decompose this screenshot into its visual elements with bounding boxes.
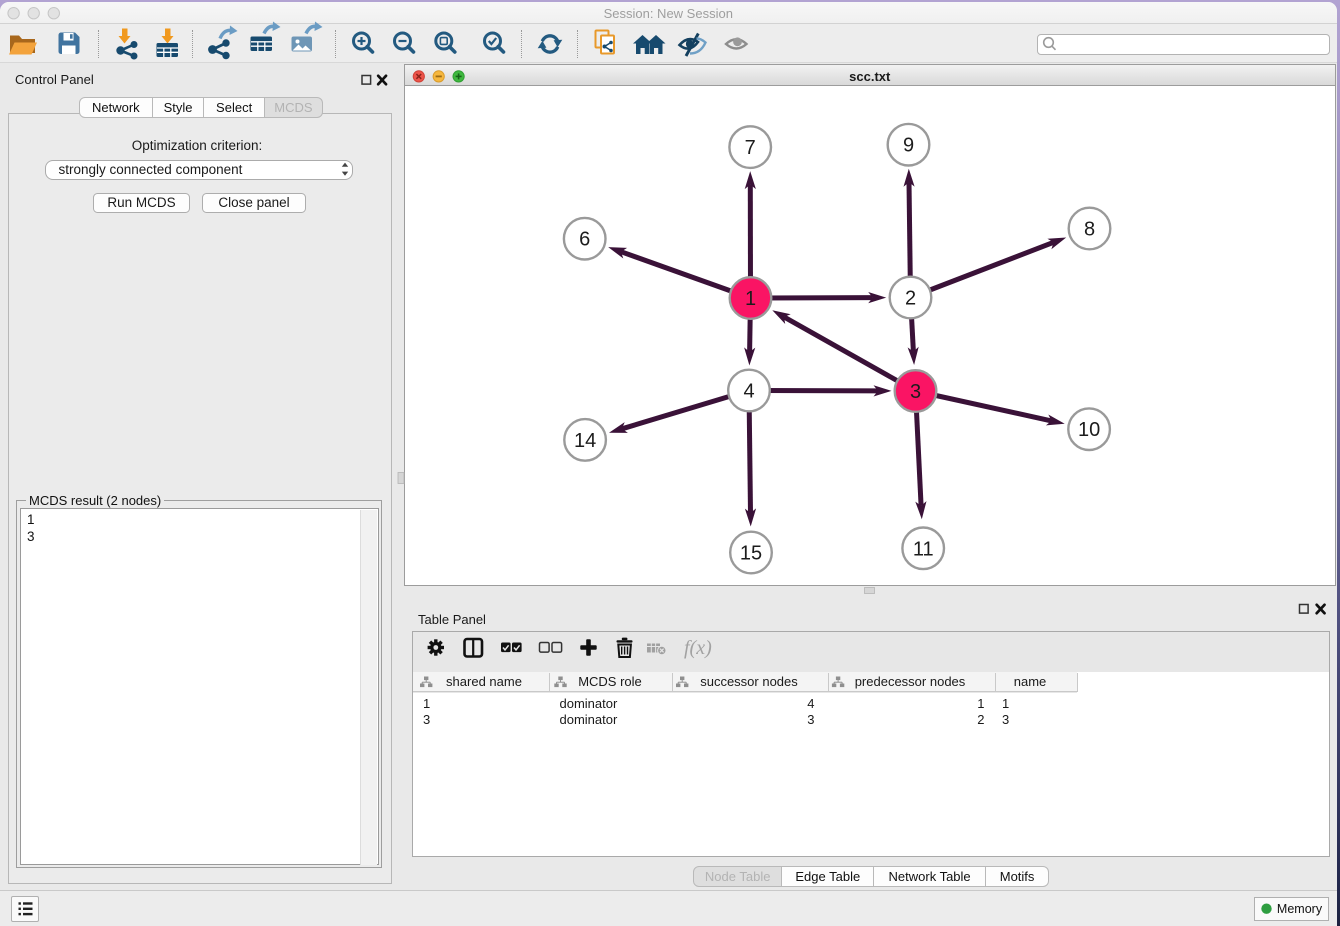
svg-text:3: 3 <box>910 381 921 403</box>
svg-text:14: 14 <box>574 429 596 451</box>
svg-text:4: 4 <box>743 380 754 402</box>
svg-text:2: 2 <box>905 287 916 309</box>
svg-text:8: 8 <box>1084 218 1095 240</box>
svg-text:1: 1 <box>745 288 756 310</box>
svg-text:7: 7 <box>745 137 756 159</box>
svg-text:6: 6 <box>579 228 590 250</box>
svg-text:15: 15 <box>740 542 762 564</box>
svg-text:9: 9 <box>903 134 914 156</box>
svg-text:11: 11 <box>913 538 934 560</box>
svg-text:10: 10 <box>1078 419 1100 441</box>
